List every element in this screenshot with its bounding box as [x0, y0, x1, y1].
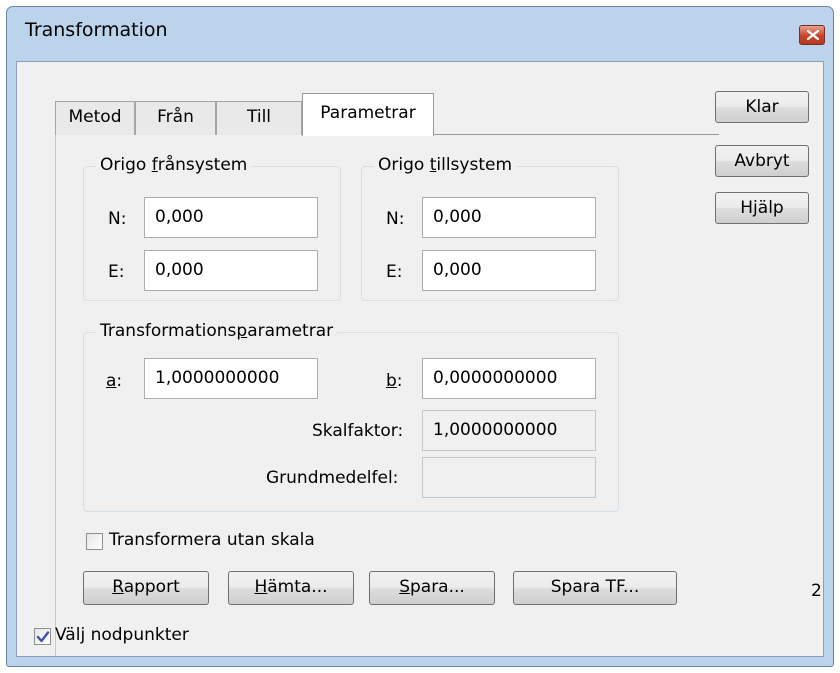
window-title: Transformation: [25, 19, 168, 41]
checkmark-icon: [36, 631, 50, 643]
param-b-label: b:: [386, 371, 403, 391]
close-icon: [807, 30, 819, 40]
origin-to-group: Origo tillsystem N: 0,000 E: 0,000: [361, 155, 619, 301]
tab-parametrar[interactable]: Parametrar: [302, 93, 434, 136]
save-tf-button[interactable]: Spara TF...: [513, 571, 677, 605]
tab-metod[interactable]: Metod: [55, 101, 135, 135]
params-group: Transformationsparametrar a: 1,000000000…: [83, 321, 619, 512]
origin-to-n-input[interactable]: 0,000: [422, 197, 596, 238]
close-button[interactable]: [799, 25, 825, 45]
tab-label: Från: [157, 107, 194, 127]
origin-from-e-label: E:: [108, 262, 125, 282]
param-a-input[interactable]: 1,0000000000: [144, 358, 318, 399]
tab-label: Metod: [68, 107, 122, 127]
mean-error-value: [422, 457, 596, 498]
fetch-button[interactable]: Hämta...: [228, 571, 354, 605]
param-a-label: a:: [106, 371, 123, 391]
cancel-button[interactable]: Avbryt: [715, 145, 809, 177]
tab-panel-border: [55, 134, 56, 656]
report-button[interactable]: Rapport: [83, 571, 209, 605]
tab-label: Parametrar: [320, 103, 416, 123]
origin-to-label: Origo tillsystem: [374, 155, 517, 175]
tab-till[interactable]: Till: [216, 101, 302, 135]
ok-button[interactable]: Klar: [715, 91, 809, 123]
origin-from-n-label: N:: [108, 209, 127, 229]
origin-from-n-input[interactable]: 0,000: [144, 197, 318, 238]
tab-fran[interactable]: Från: [135, 101, 216, 135]
no-scale-label: Transformera utan skala: [109, 530, 315, 550]
scale-factor-label: Skalfaktor:: [312, 421, 404, 441]
title-bar[interactable]: Transformation: [7, 7, 833, 61]
page-number: 2: [811, 581, 822, 601]
origin-to-n-label: N:: [386, 209, 405, 229]
params-label: Transformationsparametrar: [96, 321, 338, 341]
mean-error-label: Grundmedelfel:: [266, 468, 399, 488]
help-button[interactable]: Hjälp: [715, 192, 809, 224]
origin-from-label: Origo frånsystem: [96, 155, 252, 175]
param-b-input[interactable]: 0,0000000000: [422, 358, 596, 399]
no-scale-checkbox[interactable]: [86, 533, 103, 550]
tab-label: Till: [246, 107, 272, 127]
select-nodes-label: Välj nodpunkter: [55, 625, 189, 645]
origin-to-e-label: E:: [386, 262, 403, 282]
transformation-dialog: Transformation Metod Från Till Parametra…: [6, 6, 834, 667]
origin-to-e-input[interactable]: 0,000: [422, 250, 596, 291]
select-nodes-checkbox[interactable]: [34, 628, 51, 645]
origin-from-e-input[interactable]: 0,000: [144, 250, 318, 291]
save-button[interactable]: Spara...: [369, 571, 495, 605]
dialog-body: Metod Från Till Parametrar Origo frånsys…: [16, 61, 824, 657]
scale-factor-value: 1,0000000000: [422, 410, 596, 451]
origin-from-group: Origo frånsystem N: 0,000 E: 0,000: [83, 155, 341, 301]
